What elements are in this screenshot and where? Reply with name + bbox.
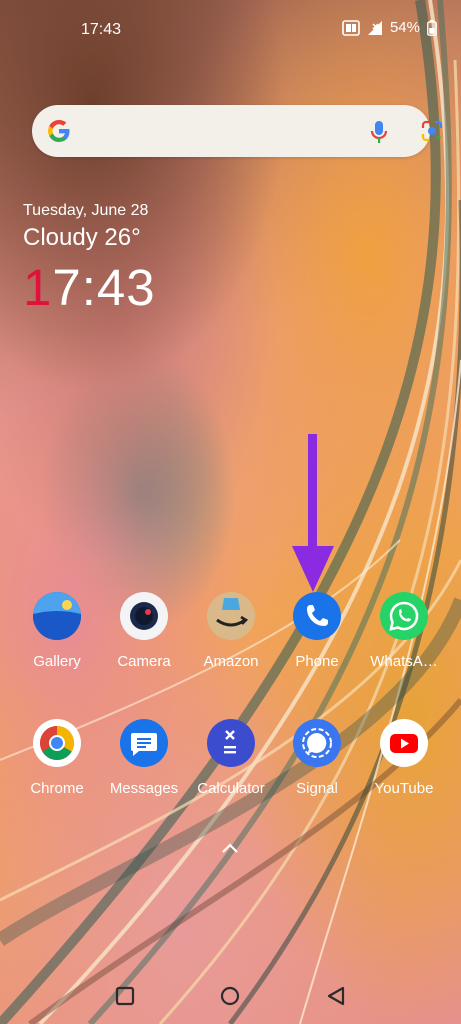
phone-icon xyxy=(293,592,341,640)
app-messages[interactable]: Messages xyxy=(100,719,188,797)
app-label: Signal xyxy=(296,780,338,797)
app-label: Amazon xyxy=(203,653,259,670)
status-bar: 17:43 54% xyxy=(0,0,461,60)
app-drawer-chevron-up-icon[interactable] xyxy=(220,840,240,861)
app-calculator[interactable]: Calculator xyxy=(187,719,275,797)
signal-app-icon xyxy=(293,719,341,767)
widget-date: Tuesday, June 28 xyxy=(23,202,149,219)
app-label: Gallery xyxy=(33,653,81,670)
app-label: Calculator xyxy=(197,780,265,797)
app-label: Phone xyxy=(295,653,339,670)
app-whatsapp[interactable]: WhatsA… xyxy=(360,592,448,670)
status-icons: 54% xyxy=(342,19,437,36)
back-icon[interactable] xyxy=(325,985,347,1012)
app-label: Messages xyxy=(109,780,179,797)
battery-icon xyxy=(427,19,437,36)
google-lens-icon[interactable] xyxy=(421,120,443,147)
hd-volte-icon xyxy=(342,19,360,36)
battery-percent: 54% xyxy=(389,19,420,36)
camera-icon xyxy=(120,592,168,640)
signal-icon xyxy=(367,20,383,36)
clock-weather-widget[interactable]: Tuesday, June 28 Cloudy 26° 17:43 xyxy=(23,202,156,313)
app-chrome[interactable]: Chrome xyxy=(13,719,101,797)
widget-weather: Cloudy 26° xyxy=(23,224,141,251)
navigation-bar xyxy=(0,985,461,1015)
annotation-arrow xyxy=(292,434,334,592)
app-label: Chrome xyxy=(30,780,84,797)
widget-clock-rest: 7:43 xyxy=(52,259,156,316)
whatsapp-icon xyxy=(380,592,428,640)
widget-clock-accent-digit: 1 xyxy=(23,259,53,316)
app-phone[interactable]: Phone xyxy=(273,592,361,670)
app-label: WhatsA… xyxy=(370,653,438,670)
calculator-icon xyxy=(207,719,255,767)
gallery-icon xyxy=(33,592,81,640)
messages-icon xyxy=(120,719,168,767)
chrome-icon xyxy=(33,719,81,767)
app-label: YouTube xyxy=(374,780,434,797)
widget-clock[interactable]: 17:43 xyxy=(23,262,156,313)
google-g-icon xyxy=(46,118,72,149)
app-gallery[interactable]: Gallery xyxy=(13,592,101,670)
app-camera[interactable]: Camera xyxy=(100,592,188,670)
home-icon[interactable] xyxy=(219,985,241,1012)
app-amazon[interactable]: Amazon xyxy=(187,592,275,670)
app-signal[interactable]: Signal xyxy=(273,719,361,797)
app-youtube[interactable]: YouTube xyxy=(360,719,448,797)
app-label: Camera xyxy=(117,653,171,670)
amazon-icon xyxy=(207,592,255,640)
status-time: 17:43 xyxy=(81,21,122,38)
google-search-bar[interactable] xyxy=(32,105,443,157)
microphone-icon[interactable] xyxy=(369,119,389,150)
recents-icon[interactable] xyxy=(114,985,136,1012)
youtube-icon xyxy=(380,719,428,767)
